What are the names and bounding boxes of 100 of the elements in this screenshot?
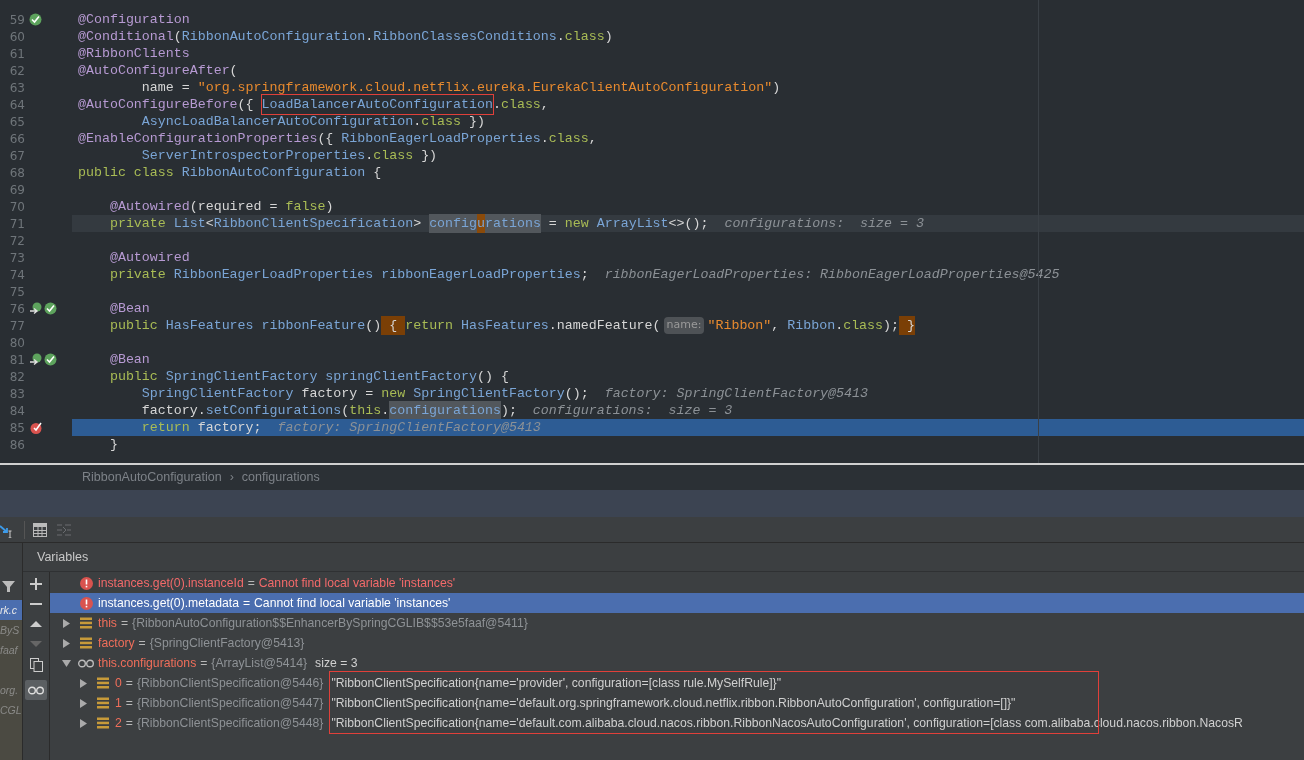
code-token: SpringClientFactory <box>413 384 565 403</box>
line-number: 64 <box>8 96 25 114</box>
line-number: 82 <box>8 368 25 386</box>
code-token: . <box>365 27 374 46</box>
bean-icon[interactable] <box>29 13 42 26</box>
variable-name: factory <box>98 634 135 652</box>
code-token: () <box>365 316 382 335</box>
code-token: . <box>365 146 374 165</box>
line-number: 83 <box>8 385 25 403</box>
code-token: SpringClientFactory springClientFactory <box>165 367 477 386</box>
code-token: ); <box>883 316 900 335</box>
breadcrumb[interactable]: RibbonAutoConfiguration <box>82 468 222 487</box>
code-token: ( <box>341 401 350 420</box>
calculator-icon[interactable] <box>33 522 47 537</box>
line-number: 71 <box>8 215 25 233</box>
parameter-hint: name: <box>663 317 705 334</box>
code-token: . <box>540 129 549 148</box>
variable-row[interactable]: this.configurations = {ArrayList@5414} size = 3 <box>50 653 1304 673</box>
code-token: HasFeatures ribbonFeature <box>165 316 366 335</box>
line-number: 69 <box>8 181 25 199</box>
code-token: <>(); <box>668 214 709 233</box>
variable-row[interactable]: factory = {SpringClientFactory@5413} <box>50 633 1304 653</box>
code-token: "org.springframework.cloud.netflix.eureka.EurekaClientAutoConfiguration" <box>197 78 773 97</box>
equals-sign: = <box>138 634 146 652</box>
code-token: class <box>843 316 884 335</box>
bean-icon[interactable] <box>44 353 57 366</box>
code-token: @Conditional <box>78 27 174 46</box>
variable-note: "RibbonClientSpecification{name='provider', configuration=[class rule.MySelfRule]}" <box>331 674 781 692</box>
variable-row[interactable]: this = {RibbonAutoConfiguration$$EnhancerBySpringCGLIB$$53e5faaf@5411} <box>50 613 1304 633</box>
watch-toggle[interactable] <box>25 680 47 700</box>
breadcrumb[interactable]: configurations <box>241 468 320 487</box>
code-token: config <box>429 213 478 234</box>
code-token: false <box>285 197 326 216</box>
code-token: ) <box>772 78 781 97</box>
stack-frame[interactable]: ByS <box>0 620 22 640</box>
code-token: return <box>140 418 191 437</box>
code-token: ; <box>580 265 589 284</box>
code-token: { <box>372 163 382 182</box>
line-number: 72 <box>8 232 25 250</box>
line-number: 75 <box>8 283 25 301</box>
code-token: private <box>108 214 167 233</box>
plus-icon[interactable] <box>30 578 42 590</box>
code-token: public class <box>78 163 175 182</box>
variable-row[interactable]: instances.get(0).metadata = Cannot find local variable 'instances' <box>50 593 1304 613</box>
code-token: public <box>108 316 159 335</box>
code-token: RibbonAutoConfiguration <box>181 163 366 182</box>
line-number: 62 <box>8 62 25 80</box>
line-number: 65 <box>8 113 25 131</box>
debug-value-hint: configurations: size = 3 <box>723 214 924 233</box>
variable-row[interactable]: 0 = {RibbonClientSpecification@5446} "RibbonClientSpecification{name='provider', configuration=[class rule.MySelfRule]}" <box>50 673 1304 693</box>
copy-icon[interactable] <box>29 658 43 672</box>
line-number: 66 <box>8 130 25 148</box>
expand-arrow-icon[interactable] <box>78 698 88 708</box>
line-number: 74 <box>8 266 25 284</box>
expand-arrow-icon[interactable] <box>61 638 71 648</box>
expand-arrow-icon[interactable] <box>78 678 88 688</box>
code-token: new <box>564 214 590 233</box>
equals-sign: = <box>200 654 208 672</box>
code-token: configurations <box>389 400 501 421</box>
code-token: RibbonEagerLoadProperties <box>341 129 541 148</box>
code-token: }) <box>420 146 438 165</box>
code-editor[interactable] <box>0 0 1304 463</box>
line-number: 70 <box>8 198 25 216</box>
stack-frame[interactable]: rk.c <box>0 600 22 620</box>
variable-row[interactable]: 1 = {RibbonClientSpecification@5447} "RibbonClientSpecification{name='default.org.springframework.cloud.netflix.ribbon.RibbonAutoConfiguration', configuration=[]}" <box>50 693 1304 713</box>
variable-note: size = 3 <box>315 654 358 672</box>
code-token: class <box>564 27 605 46</box>
bean-icon[interactable] <box>44 302 57 315</box>
variable-row[interactable]: instances.get(0).instanceId = Cannot find local variable 'instances' <box>50 573 1304 593</box>
variable-name: this.configurations <box>98 654 197 672</box>
stack-frame[interactable]: CGL <box>0 700 22 720</box>
breakpoint-icon[interactable] <box>29 420 43 435</box>
expand-arrow-icon[interactable] <box>61 618 71 628</box>
code-token: private <box>108 265 167 284</box>
expand-arrow-icon[interactable] <box>78 718 88 728</box>
code-token: , <box>771 316 781 335</box>
code-token: setConfigurations <box>205 401 342 420</box>
field-icon <box>97 717 109 729</box>
variable-value: {RibbonAutoConfiguration$$EnhancerBySpringCGLIB$$53e5faaf@5411} <box>132 614 528 632</box>
line-number: 60 <box>8 28 25 46</box>
line-number: 85 <box>8 419 25 437</box>
code-token: . <box>556 27 565 46</box>
stack-frame[interactable]: faaf <box>0 640 22 660</box>
equals-sign: = <box>125 674 133 692</box>
code-token: (required = <box>189 197 279 216</box>
code-token: rations <box>485 213 541 234</box>
filter-icon[interactable] <box>2 579 15 593</box>
variable-name: 1 <box>115 694 122 712</box>
equals-sign: = <box>247 574 255 592</box>
collapse-arrow-icon[interactable] <box>61 658 71 668</box>
line-number: 68 <box>8 164 25 182</box>
up-icon[interactable] <box>30 618 42 630</box>
panel-title: Variables <box>37 548 89 566</box>
code-token: ArrayList <box>596 214 669 233</box>
code-token: < <box>205 214 214 233</box>
code-token: RibbonClassesConditions <box>373 27 557 46</box>
code-token: @Configuration <box>78 10 190 29</box>
stack-frame[interactable]: org. <box>0 680 22 700</box>
code-token: return <box>405 316 455 335</box>
variable-note: "RibbonClientSpecification{name='default.org.springframework.cloud.netflix.ribbon.RibbonAutoConfiguration', configuration=[]}" <box>331 694 1016 712</box>
